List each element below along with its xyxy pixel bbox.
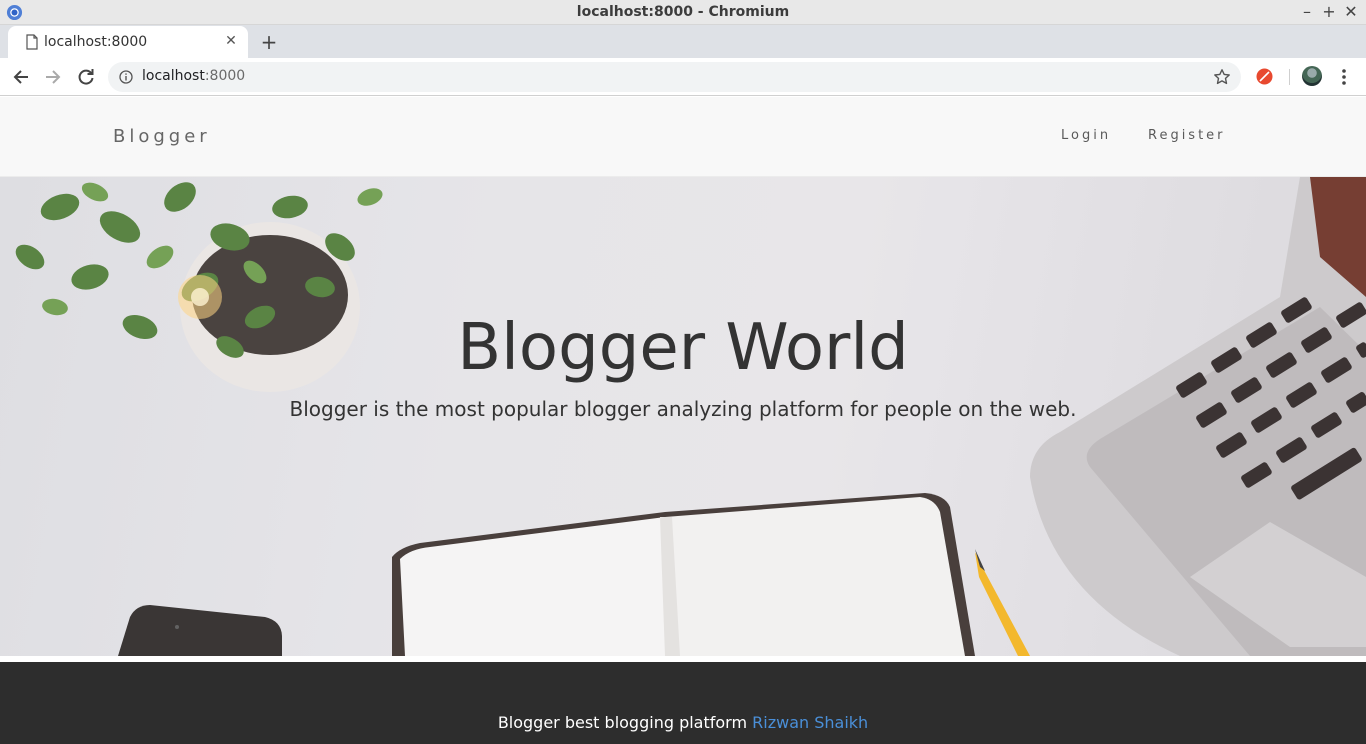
- footer-text: Blogger best blogging platform Rizwan Sh…: [0, 713, 1366, 732]
- tab-title: localhost:8000: [44, 34, 148, 50]
- toolbar-divider: [1289, 69, 1290, 85]
- hero-section: Blogger World Blogger is the most popula…: [0, 177, 1366, 656]
- window-title: localhost:8000 - Chromium: [576, 4, 790, 20]
- login-link[interactable]: Login: [1061, 128, 1111, 143]
- forward-arrow-icon[interactable]: [42, 66, 64, 88]
- window-titlebar: localhost:8000 - Chromium – + ✕: [0, 0, 1366, 25]
- footer-caption: Blogger best blogging platform: [497, 713, 753, 732]
- info-icon[interactable]: [119, 70, 133, 84]
- avatar[interactable]: [1302, 66, 1322, 86]
- star-icon[interactable]: [1213, 68, 1231, 86]
- hero-title: Blogger World: [457, 311, 909, 385]
- address-bar[interactable]: localhost:8000: [108, 62, 1241, 92]
- browser-toolbar: localhost:8000: [0, 58, 1366, 96]
- new-tab-button[interactable]: +: [258, 31, 280, 53]
- extension-icon[interactable]: [1256, 68, 1273, 85]
- url-port: :8000: [204, 68, 246, 84]
- reload-icon[interactable]: [75, 66, 97, 88]
- close-window-icon[interactable]: ✕: [1341, 2, 1361, 22]
- back-arrow-icon[interactable]: [10, 66, 32, 88]
- brand-link[interactable]: Blogger: [113, 126, 211, 147]
- register-link[interactable]: Register: [1148, 128, 1226, 143]
- tab-localhost[interactable]: localhost:8000 ✕: [8, 26, 248, 58]
- url-host: localhost: [142, 68, 205, 84]
- site-navbar: Blogger Login Register: [0, 97, 1366, 177]
- page-icon: [26, 34, 38, 50]
- maximize-icon[interactable]: +: [1319, 2, 1339, 22]
- close-icon[interactable]: ✕: [222, 32, 240, 50]
- kebab-menu-icon[interactable]: [1335, 66, 1353, 88]
- site-footer: Blogger best blogging platform Rizwan Sh…: [0, 662, 1366, 744]
- minimize-icon[interactable]: –: [1297, 2, 1317, 22]
- url-text[interactable]: localhost:8000: [142, 68, 245, 84]
- tab-strip: localhost:8000 ✕ +: [0, 25, 1366, 58]
- author-link[interactable]: Rizwan Shaikh: [752, 713, 868, 732]
- hero-subtitle: Blogger is the most popular blogger anal…: [289, 397, 1077, 421]
